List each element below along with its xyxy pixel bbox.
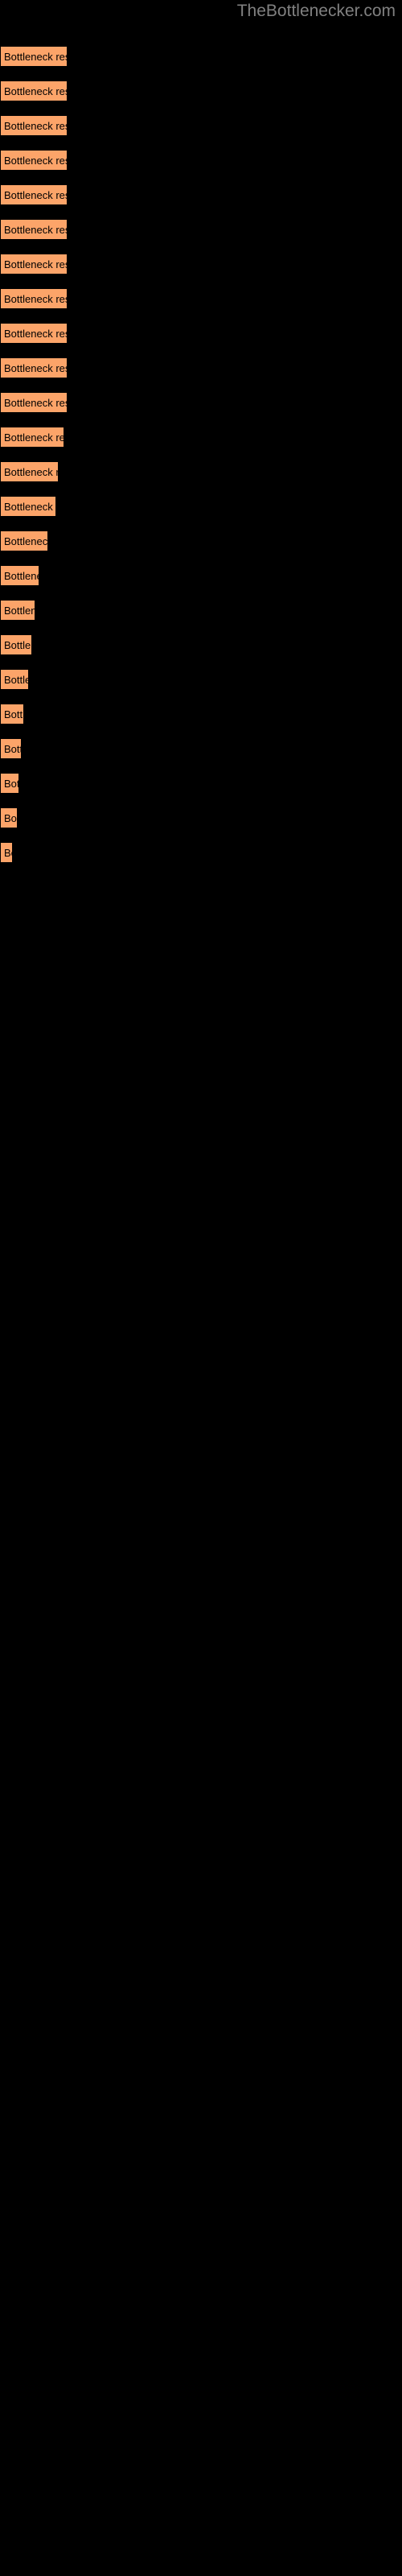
bottleneck-bar-chart: Bottleneck result Bottleneck result Bottle… <box>0 0 402 2576</box>
bar-label: Bottleneck result <box>4 293 67 305</box>
bar-label: Bottleneck result <box>4 362 67 374</box>
bar-row: Bottleneck result <box>0 807 18 828</box>
bar-row: Bottleneck result <box>0 427 64 448</box>
bar-row: Bottleneck result <box>0 738 22 759</box>
bar-label: Bottleneck result <box>4 535 48 547</box>
bar: Bottleneck result <box>0 427 64 448</box>
bar-row: Bottleneck result <box>0 704 24 724</box>
bar: Bottleneck result <box>0 150 68 171</box>
bar: Bottleneck result <box>0 842 13 863</box>
bar-label: Bottleneck result <box>4 570 39 582</box>
bar-row: Bottleneck result <box>0 530 48 551</box>
bar-row: Bottleneck result <box>0 46 68 67</box>
bar-row: Bottleneck result <box>0 323 68 344</box>
bar-row: Bottleneck result <box>0 842 13 863</box>
bar-label: Bottleneck result <box>4 778 18 790</box>
bar-row: Bottleneck result <box>0 496 56 517</box>
bar: Bottleneck result <box>0 115 68 136</box>
bar: Bottleneck result <box>0 738 22 759</box>
bar: Bottleneck result <box>0 80 68 101</box>
bar: Bottleneck result <box>0 704 24 724</box>
bar-row: Bottleneck result <box>0 565 39 586</box>
bar-label: Bottleneck result <box>4 743 21 755</box>
bar: Bottleneck result <box>0 46 68 67</box>
bar-row: Bottleneck result <box>0 115 68 136</box>
bar: Bottleneck result <box>0 669 29 690</box>
bar-label: Bottleneck result <box>4 397 67 409</box>
bar-label: Bottleneck result <box>4 812 17 824</box>
bar-label: Bottleneck result <box>4 155 67 167</box>
bar: Bottleneck result <box>0 184 68 205</box>
bar-label: Bottleneck result <box>4 51 67 63</box>
bar-row: Bottleneck result <box>0 392 68 413</box>
bar-label: Bottleneck result <box>4 847 12 859</box>
bar-row: Bottleneck result <box>0 254 68 275</box>
bar-label: Bottleneck result <box>4 466 58 478</box>
bar-row: Bottleneck result <box>0 184 68 205</box>
bar: Bottleneck result <box>0 288 68 309</box>
bar-row: Bottleneck result <box>0 634 32 655</box>
bar-label: Bottleneck result <box>4 431 64 444</box>
bar-row: Bottleneck result <box>0 80 68 101</box>
bar-label: Bottleneck result <box>4 639 31 651</box>
bar: Bottleneck result <box>0 565 39 586</box>
bar-row: Bottleneck result <box>0 461 59 482</box>
bar: Bottleneck result <box>0 807 18 828</box>
bar: Bottleneck result <box>0 357 68 378</box>
bar: Bottleneck result <box>0 530 48 551</box>
bar-label: Bottleneck result <box>4 189 67 201</box>
bar-label: Bottleneck result <box>4 120 67 132</box>
bar-label: Bottleneck result <box>4 708 24 720</box>
bar: Bottleneck result <box>0 600 35 621</box>
bar: Bottleneck result <box>0 219 68 240</box>
bar-label: Bottleneck result <box>4 328 67 340</box>
bar-label: Bottleneck result <box>4 258 67 270</box>
bar-label: Bottleneck result <box>4 605 35 617</box>
bar: Bottleneck result <box>0 634 32 655</box>
bar-row: Bottleneck result <box>0 288 68 309</box>
bar: Bottleneck result <box>0 392 68 413</box>
bar-label: Bottleneck result <box>4 85 67 97</box>
bar: Bottleneck result <box>0 496 56 517</box>
bar-row: Bottleneck result <box>0 773 19 794</box>
bar-row: Bottleneck result <box>0 669 29 690</box>
bar-label: Bottleneck result <box>4 501 55 513</box>
bar-label: Bottleneck result <box>4 224 67 236</box>
bar-row: Bottleneck result <box>0 600 35 621</box>
bar-label: Bottleneck result <box>4 674 28 686</box>
bar: Bottleneck result <box>0 323 68 344</box>
bar: Bottleneck result <box>0 254 68 275</box>
bar: Bottleneck result <box>0 773 19 794</box>
bar: Bottleneck result <box>0 461 59 482</box>
bar-row: Bottleneck result <box>0 357 68 378</box>
bar-row: Bottleneck result <box>0 150 68 171</box>
bar-row: Bottleneck result <box>0 219 68 240</box>
